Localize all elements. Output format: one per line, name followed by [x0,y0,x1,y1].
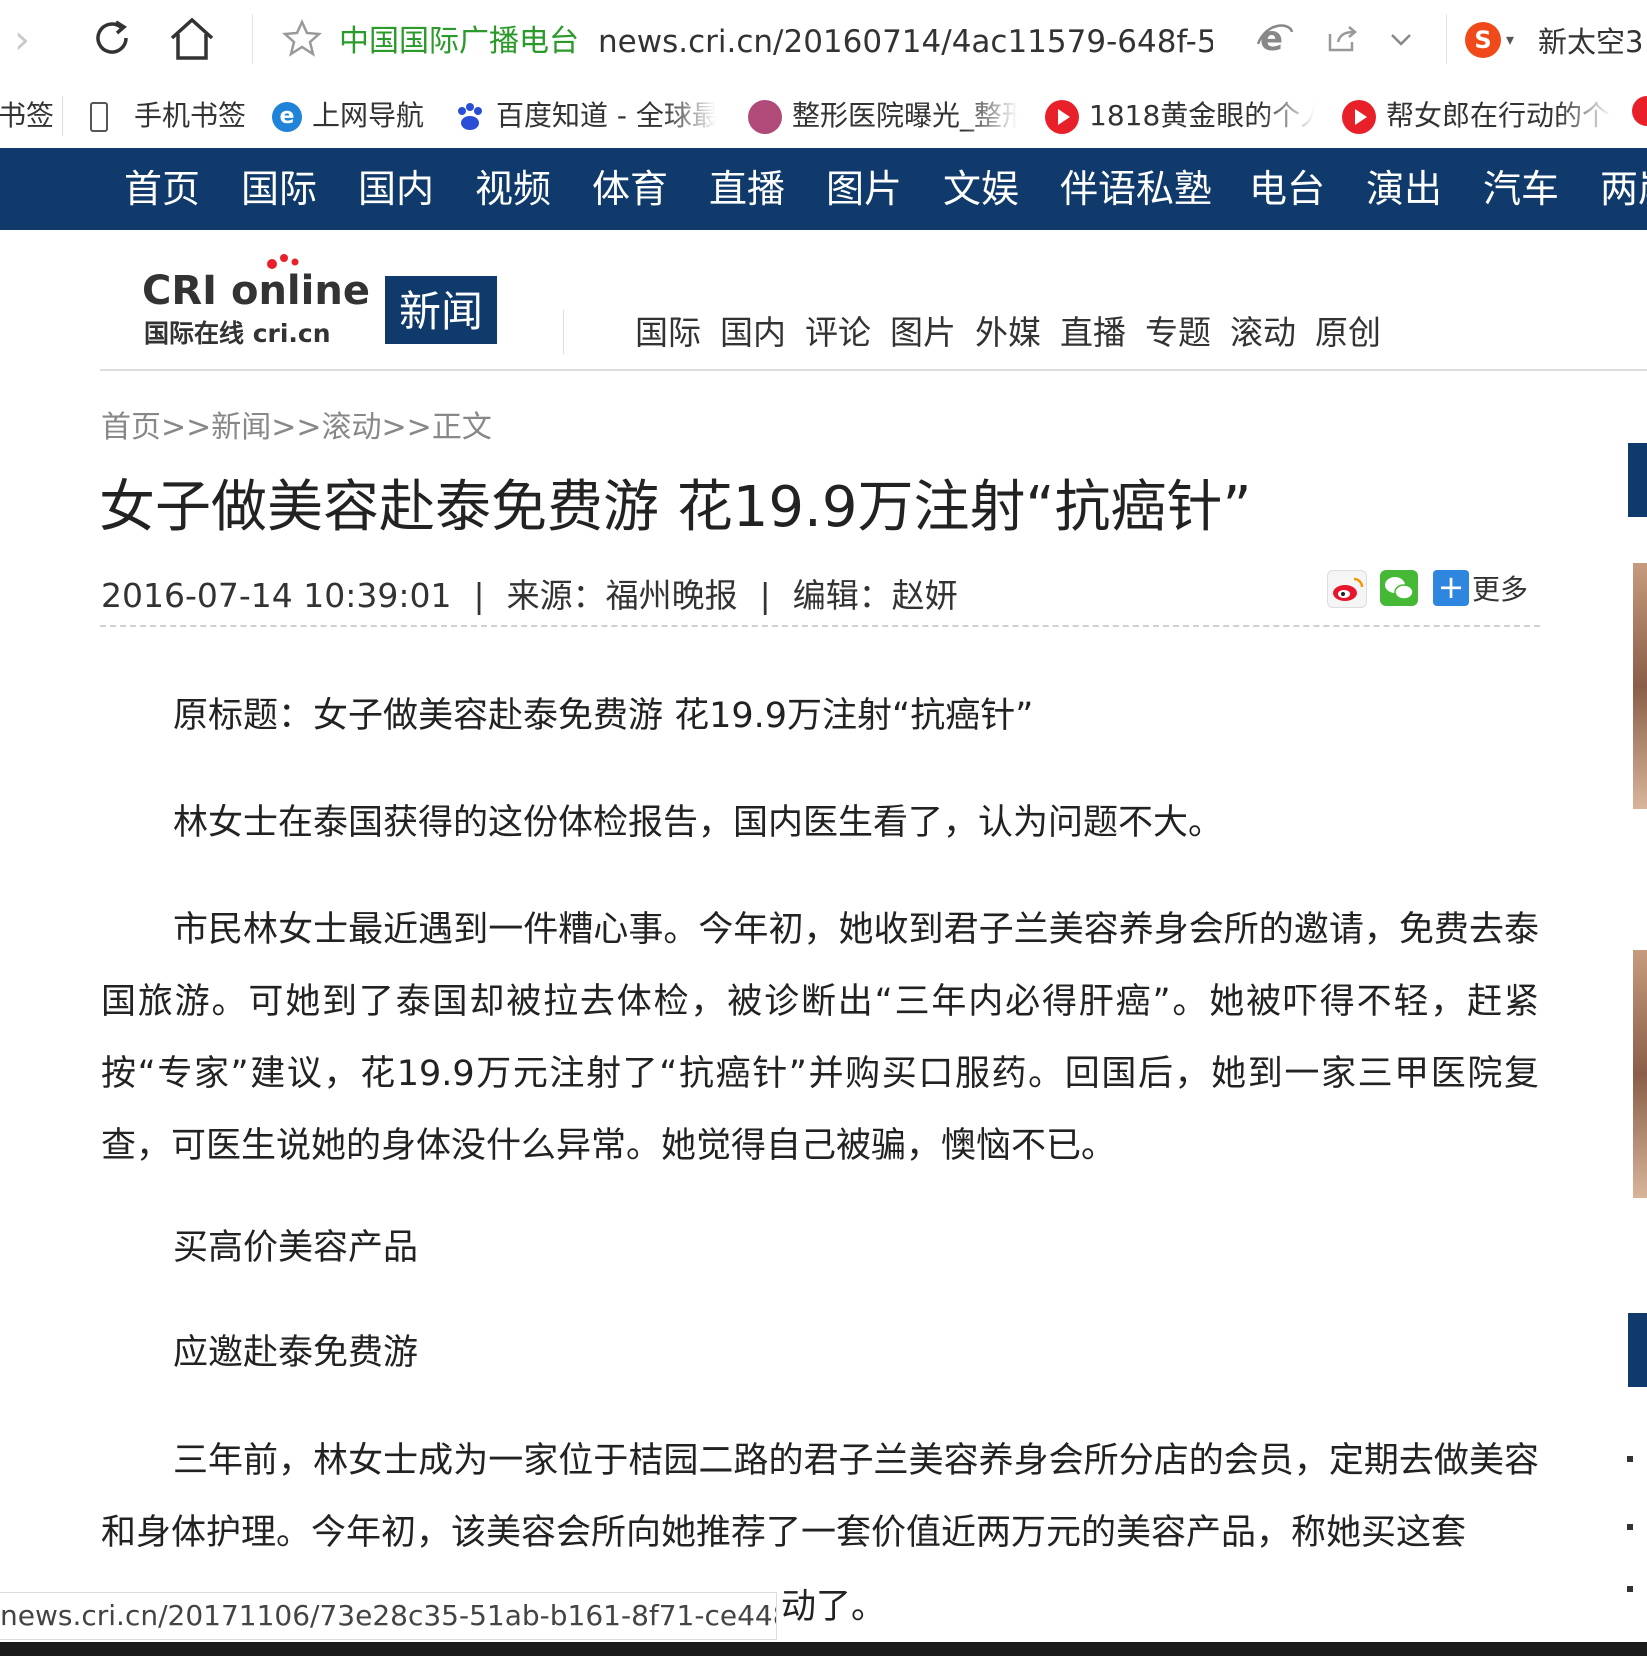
sidebar-header-block [1628,1313,1647,1387]
sidebar-bullet [1627,1586,1633,1592]
nav-item-shows[interactable]: 演出 [1366,148,1442,230]
nav-item-home[interactable]: 首页 [124,148,200,230]
bookmark-label: 1818黄金眼的个人 [1089,99,1315,132]
search-box[interactable]: 新太空3 [1538,22,1643,62]
bookmark-label: 整形医院曝光_整形 [792,99,1018,132]
bookmark-star-icon[interactable] [282,18,322,58]
logo-wordmark: CRI online [142,268,370,314]
wechat-share-icon[interactable] [1380,570,1418,606]
bookmark-item-bookmarks[interactable]: 书签 [0,96,54,136]
nav-item-radio[interactable]: 电台 [1249,148,1325,230]
home-icon[interactable] [168,16,216,62]
baidu-paw-icon [458,103,482,130]
more-share-icon[interactable]: + [1433,570,1469,606]
article-editor: 编辑：赵妍 [792,576,958,615]
article-paragraph: 三年前，林女士成为一家位于桔园二路的君子兰美容养身会所分店的会员，定期去做美容和… [101,1441,1539,1553]
meta-separator: | [473,576,485,615]
nav-item-international[interactable]: 国际 [241,148,317,230]
nav-item-live[interactable]: 直播 [709,148,785,230]
sidebar-bullet [1627,1456,1633,1462]
weibo-share-icon[interactable] [1327,570,1367,608]
refresh-icon[interactable] [90,16,134,60]
article-source: 来源：福州晚报 [506,576,738,615]
bookmark-item-mobile[interactable]: 手机书签 [90,96,246,136]
subnav-domestic[interactable]: 国内 [720,310,786,356]
logo-divider [563,310,564,354]
site-identity-label: 中国国际广播电台 [339,24,579,59]
nav-item-cross-strait[interactable]: 两岸 [1600,148,1647,230]
cri-online-logo[interactable]: CRI online 国际在线 cri.cn 新闻 [140,254,500,354]
bookmark-label: 手机书签 [134,99,247,132]
bookmark-item-1818[interactable]: 1818黄金眼的个人 [1045,96,1315,136]
article-paragraph: 林女士在泰国获得的这份体检报告，国内医生看了，认为问题不大。 [173,803,1224,843]
bookmark-item-baidu[interactable]: 百度知道 - 全球最 [454,96,716,136]
meta-divider [100,625,1540,627]
header-divider [100,369,1647,371]
subnav-commentary[interactable]: 评论 [805,310,871,356]
bookmark-label: 书签 [0,99,55,132]
subnav-original[interactable]: 原创 [1315,310,1381,356]
sidebar-image[interactable] [1633,950,1647,1198]
rose-badge-icon [748,100,782,134]
address-bar[interactable]: news.cri.cn/20160714/4ac11579-648f-555 [598,22,1213,62]
subnav-photos[interactable]: 图片 [890,310,956,356]
nav-item-sports[interactable]: 体育 [592,148,668,230]
nav-item-auto[interactable]: 汽车 [1483,148,1559,230]
subnav-topics[interactable]: 专题 [1145,310,1211,356]
status-bar-url: news.cri.cn/20171106/73e28c35-51ab-b161-… [0,1592,777,1640]
article-paragraph-tail: 动了。 [781,1587,887,1627]
back-chevron-icon[interactable]: › [14,20,30,60]
site-main-nav: 首页 国际 国内 视频 体育 直播 图片 文娱 伴语私塾 电台 演出 汽车 两岸 [0,148,1647,230]
toolbar-divider [252,14,253,64]
article-paragraph: 原标题：女子做美容赴泰免费游 花19.9万注射“抗癌针” [173,696,1034,736]
subnav-live[interactable]: 直播 [1060,310,1126,356]
sidebar-bullet [1627,1524,1633,1530]
subnav-international[interactable]: 国际 [635,310,701,356]
browser-toolbar: › 中国国际广播电台 news.cri.cn/20160714/4ac11579… [0,0,1647,84]
engine-caret-icon[interactable]: ▾ [1506,30,1514,49]
logo-subtitle: 国际在线 cri.cn [144,319,331,348]
breadcrumb[interactable]: 首页>>新闻>>滚动>>正文 [101,408,492,448]
chevron-down-icon[interactable] [1386,24,1416,54]
article-subheading: 买高价美容产品 [173,1228,419,1268]
nav-item-domestic[interactable]: 国内 [358,148,434,230]
bookmark-label: 百度知道 - 全球最 [496,99,716,132]
sidebar-image[interactable] [1633,563,1647,809]
phone-icon [90,102,108,132]
nav-item-photos[interactable]: 图片 [826,148,902,230]
play-icon [1342,100,1376,134]
article-meta: 2016-07-14 10:39:01 | 来源：福州晚报 | 编辑：赵妍 [101,572,958,620]
bookmark-label: 上网导航 [312,99,425,132]
toolbar-divider [1446,14,1447,64]
bookmarks-bar: 书签 手机书签 e 上网导航 百度知道 - 全球最 整形医院曝光_整形 1818黄… [0,84,1647,149]
bookmark-label: 帮女郎在行动的个 [1386,99,1611,132]
publish-date: 2016-07-14 10:39:01 [101,576,452,615]
nav-item-private-school[interactable]: 伴语私塾 [1060,148,1212,230]
sogou-search-engine-icon[interactable]: S [1465,22,1501,58]
window-bottom-edge [0,1642,1647,1656]
article-paragraph: 市民林女士最近遇到一件糟心事。今年初，她收到君子兰美容养身会所的邀请，免费去泰国… [101,910,1539,1166]
logo-news-badge: 新闻 [399,287,483,336]
bookmark-item-plastic[interactable]: 整形医院曝光_整形 [748,96,1018,136]
nav-item-video[interactable]: 视频 [475,148,551,230]
bookmark-item-bangnvlang[interactable]: 帮女郎在行动的个 [1342,96,1612,136]
bookmark-item-nav[interactable]: e 上网导航 [272,96,424,136]
share-icon[interactable] [1326,24,1358,54]
subnav-rolling[interactable]: 滚动 [1230,310,1296,356]
more-share-label[interactable]: 更多 [1472,572,1528,608]
article-subheading: 应邀赴泰免费游 [173,1333,419,1373]
nav-item-entertainment[interactable]: 文娱 [943,148,1019,230]
ie-icon: e [272,102,302,132]
subnav-foreign-media[interactable]: 外媒 [975,310,1041,356]
sidebar-header-block [1628,443,1647,517]
article-title: 女子做美容赴泰免费游 花19.9万注射“抗癌针” [99,475,1252,540]
play-icon [1045,100,1079,134]
bookmark-divider [62,96,63,136]
ie-compat-icon[interactable]: e [1256,18,1294,58]
meta-separator: | [759,576,771,615]
